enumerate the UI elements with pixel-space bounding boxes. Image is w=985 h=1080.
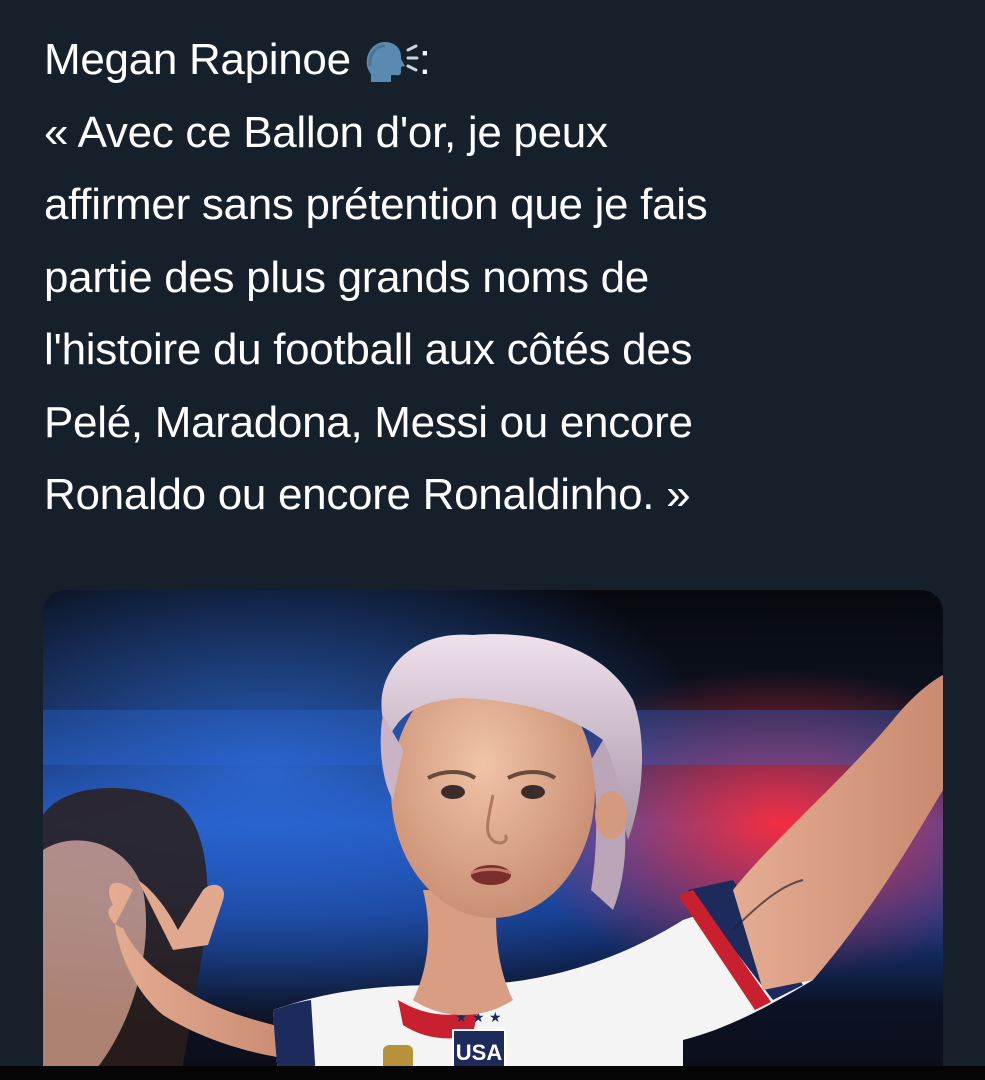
head bbox=[380, 634, 643, 918]
speaking-head-icon bbox=[361, 32, 419, 82]
jersey-crest-text: USA bbox=[456, 1040, 503, 1065]
player-photo-illustration: USA ★ ★ ★ bbox=[43, 590, 943, 1080]
tweet-photo[interactable]: USA ★ ★ ★ bbox=[43, 590, 943, 1080]
tweet-line: Pelé, Maradona, Messi ou encore bbox=[44, 397, 693, 447]
tweet-line: affirmer sans prétention que je fais bbox=[44, 180, 708, 229]
tweet-line: « Avec ce Ballon d'or, je peux bbox=[44, 107, 608, 157]
tweet-line: l'histoire du football aux côtés des bbox=[44, 325, 693, 374]
author-colon: : bbox=[418, 35, 431, 84]
author-name: Megan Rapinoe bbox=[44, 35, 351, 84]
tweet-line: partie des plus grands noms de bbox=[44, 252, 649, 302]
tweet-line: Ronaldo ou encore Ronaldinho. » bbox=[44, 470, 691, 519]
tweet-author-line: Megan Rapinoe : bbox=[44, 24, 964, 97]
tweet-text: Megan Rapinoe : « Avec ce Ballon d'or, j… bbox=[44, 24, 964, 532]
bottom-edge-bar bbox=[0, 1066, 985, 1080]
